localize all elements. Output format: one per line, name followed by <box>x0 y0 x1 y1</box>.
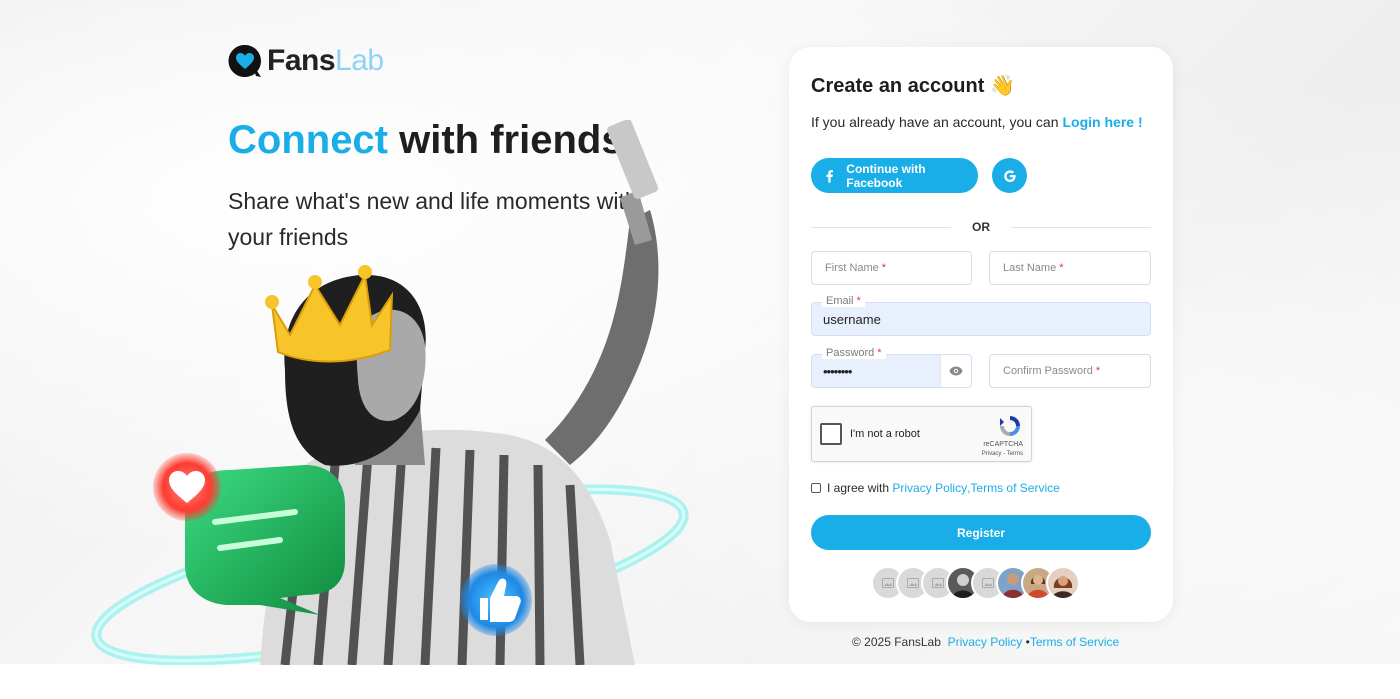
logo-heart-icon <box>228 44 261 77</box>
terms-agreement: I agree with Privacy Policy, Terms of Ser… <box>811 481 1060 495</box>
password-label: Password * <box>822 347 886 359</box>
footer-terms-link[interactable]: Terms of Service <box>1030 635 1119 649</box>
facebook-icon <box>826 169 833 183</box>
email-label: Email * <box>822 295 865 307</box>
register-button[interactable]: Register <box>811 515 1151 550</box>
bottom-strip <box>0 664 1400 699</box>
wave-hand-icon: 👋 <box>990 75 1016 97</box>
required-mark: * <box>856 295 861 307</box>
first-name-placeholder: First Name <box>825 262 879 274</box>
form-title: Create an account 👋 <box>811 73 1015 98</box>
login-link[interactable]: Login here ! <box>1063 114 1143 130</box>
google-login-button[interactable] <box>992 158 1027 193</box>
hero-illustration <box>91 120 689 665</box>
terms-checkbox[interactable] <box>811 483 821 493</box>
logo-text: FansLab <box>267 43 384 79</box>
divider-line-right <box>1011 227 1151 228</box>
confirm-password-input[interactable]: Confirm Password * <box>989 354 1151 388</box>
facebook-login-button[interactable]: Continue with Facebook <box>811 158 978 193</box>
facebook-login-label: Continue with Facebook <box>846 161 926 190</box>
page-footer: © 2025 FansLab Privacy Policy •Terms of … <box>852 635 1119 649</box>
login-prompt-text: If you already have an account, you can <box>811 114 1059 130</box>
required-mark: * <box>881 262 887 274</box>
footer-privacy-link[interactable]: Privacy Policy <box>948 635 1023 649</box>
login-prompt: If you already have an account, you can L… <box>811 114 1143 130</box>
eye-icon <box>949 366 963 376</box>
brand-logo[interactable]: FansLab <box>227 43 384 79</box>
agree-text: I agree with <box>827 481 890 495</box>
privacy-policy-link[interactable]: Privacy Policy <box>892 481 967 495</box>
recaptcha-checkbox[interactable] <box>820 423 842 445</box>
recaptcha-logo-icon <box>1000 416 1020 436</box>
or-divider: OR <box>811 219 1151 235</box>
logo-name-main: Fans <box>267 44 336 77</box>
email-label-text: Email <box>826 295 854 307</box>
terms-of-service-link[interactable]: Terms of Service <box>970 481 1059 495</box>
confirm-password-placeholder: Confirm Password <box>1003 365 1093 377</box>
password-input[interactable]: Password * •••••••• <box>811 347 972 388</box>
last-name-placeholder: Last Name <box>1003 262 1057 274</box>
form-title-text: Create an account <box>811 75 985 97</box>
register-card: Create an account 👋 If you already have a… <box>789 47 1173 622</box>
logo-name-accent: Lab <box>335 44 384 77</box>
avatar <box>1046 566 1080 600</box>
google-icon <box>1003 169 1016 182</box>
recaptcha-widget: I'm not a robot reCAPTCHA Privacy - Term… <box>811 406 1032 462</box>
recaptcha-links[interactable]: Privacy - Terms <box>982 451 1023 457</box>
email-input[interactable]: Email * username <box>811 295 1151 336</box>
password-value: •••••••• <box>823 364 852 379</box>
required-mark: * <box>1059 262 1064 274</box>
first-name-input[interactable]: First Name * <box>811 251 972 285</box>
register-label: Register <box>956 525 1006 540</box>
member-avatars <box>871 566 1080 600</box>
toggle-password-visibility[interactable] <box>940 355 971 387</box>
recaptcha-label: I'm not a robot <box>850 428 920 440</box>
copyright: © 2025 FansLab <box>852 635 941 649</box>
recaptcha-brand: reCAPTCHA <box>983 441 1023 448</box>
required-mark: * <box>877 347 882 359</box>
required-mark: * <box>1095 365 1101 377</box>
password-label-text: Password <box>826 347 875 359</box>
last-name-input[interactable]: Last Name * <box>989 251 1151 285</box>
email-value: username <box>823 312 881 327</box>
